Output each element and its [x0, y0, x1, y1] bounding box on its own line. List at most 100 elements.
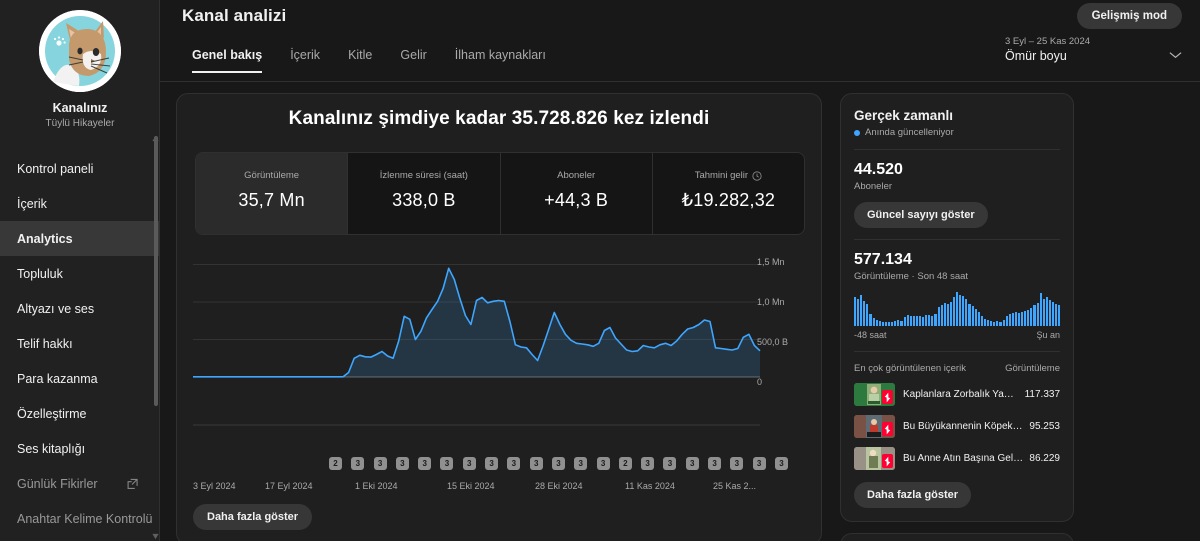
metric-card-watchtime[interactable]: İzlenme süresi (saat) 338,0 B [347, 153, 500, 234]
realtime-bar [1030, 308, 1033, 326]
chart-day-badge[interactable]: 3 [440, 457, 454, 470]
metric-card-subscribers[interactable]: Aboneler +44,3 B [499, 153, 652, 234]
sidebar-scroll-down-arrow[interactable] [152, 527, 159, 540]
video-thumbnail [854, 383, 895, 406]
sidebar-item-content[interactable]: İçerik [0, 186, 160, 221]
sidebar-item-label: Analytics [17, 231, 73, 246]
sidebar-item-label: Günlük Fikirler [17, 476, 98, 491]
realtime-show-more-button[interactable]: Daha fazla göster [854, 482, 972, 508]
chart-day-badge[interactable]: 3 [507, 457, 521, 470]
realtime-bar [1011, 313, 1014, 326]
clock-icon [752, 170, 762, 181]
realtime-bar [1052, 302, 1055, 326]
chart-day-badge[interactable]: 3 [774, 457, 788, 470]
sidebar-item-customization[interactable]: Özelleştirme [0, 396, 160, 431]
chart-day-badge[interactable]: 3 [529, 457, 543, 470]
tab-revenue[interactable]: Gelir [386, 48, 440, 73]
tab-overview[interactable]: Genel bakış [178, 48, 276, 73]
overview-card: Kanalınız şimdiye kadar 35.728.826 kez i… [176, 93, 822, 541]
top-content-header-row: En çok görüntülenen içerik Görüntüleme [854, 363, 1060, 374]
date-range-selector[interactable]: 3 Eyl – 25 Kas 2024 Ömür boyu [1005, 36, 1185, 63]
sidebar-scrollbar[interactable] [154, 136, 158, 406]
list-item[interactable]: Bu Büyükannenin Köpek… 95.253 [854, 415, 1060, 438]
chart-day-badge[interactable]: 3 [574, 457, 588, 470]
sidebar-item-monetization[interactable]: Para kazanma [0, 361, 160, 396]
realtime-bar [1039, 293, 1042, 326]
realtime-bar [1058, 305, 1061, 326]
sidebar-item-daily-ideas[interactable]: Günlük Fikirler [0, 466, 160, 501]
sidebar-item-label: Anahtar Kelime Kontrolü [17, 511, 153, 526]
sidebar-item-community[interactable]: Topluluk [0, 256, 160, 291]
realtime-bar [931, 315, 934, 326]
sidebar-item-copyright[interactable]: Telif hakkı [0, 326, 160, 361]
x-tick-label: 3 Eyl 2024 [193, 481, 236, 491]
chart-day-badge[interactable]: 3 [395, 457, 409, 470]
realtime-bar [922, 316, 925, 326]
list-item[interactable]: Kaplanlara Zorbalık Ya… 117.337 [854, 383, 1060, 406]
sidebar-item-label: Kontrol paneli [17, 161, 94, 176]
chart-day-badge[interactable]: 2 [329, 457, 342, 470]
realtime-bar [977, 311, 980, 326]
realtime-bar [906, 314, 909, 326]
realtime-bar [1036, 302, 1039, 326]
metric-card-revenue[interactable]: Tahmini gelir ₺19.282,32 [651, 153, 804, 234]
chart-day-badge[interactable]: 2 [618, 457, 632, 470]
realtime-bar [974, 309, 977, 326]
sidebar-item-label: Topluluk [17, 266, 63, 281]
realtime-bar [1048, 299, 1051, 326]
tab-content[interactable]: İçerik [276, 48, 334, 73]
chart-day-badge[interactable]: 3 [485, 457, 499, 470]
sidebar-item-audio-library[interactable]: Ses kitaplığı [0, 431, 160, 466]
shorts-icon [882, 390, 893, 404]
chart-day-badge[interactable]: 3 [730, 457, 744, 470]
advanced-mode-button[interactable]: Gelişmiş mod [1076, 3, 1182, 29]
tab-inspiration[interactable]: İlham kaynakları [441, 48, 560, 73]
realtime-bar [925, 314, 928, 326]
realtime-bar-chart[interactable] [854, 292, 1061, 326]
chart-day-badge[interactable]: 3 [596, 457, 610, 470]
metric-value: +44,3 B [544, 190, 609, 210]
realtime-bar [866, 304, 869, 326]
realtime-bar [909, 316, 912, 326]
topbar: Kanal analizi Gelişmiş mod 3 Eyl – 25 Ka… [160, 0, 1200, 82]
divider [854, 351, 1060, 352]
chart-day-badge[interactable]: 3 [373, 457, 387, 470]
chart-day-badge[interactable]: 3 [685, 457, 699, 470]
cat-avatar[interactable] [39, 10, 121, 92]
metric-value: 35,7 Mn [238, 190, 305, 210]
y-tick-label: 500,0 B [757, 337, 789, 347]
sidebar-item-analytics[interactable]: Analytics [0, 221, 160, 256]
metric-card-views[interactable]: Görüntüleme 35,7 Mn [196, 153, 348, 234]
video-thumbnail [854, 415, 895, 438]
overview-show-more-button[interactable]: Daha fazla göster [193, 504, 313, 530]
realtime-bar [1042, 298, 1045, 326]
views-line-chart[interactable]: 1,5 Mn 1,0 Mn 500,0 B 0 2333333333333233… [185, 246, 815, 496]
chart-day-badge[interactable]: 3 [708, 457, 722, 470]
realtime-views-caption: Görüntüleme · Son 48 saat [854, 271, 969, 282]
video-thumbnail [854, 447, 895, 470]
chart-day-badge[interactable]: 3 [462, 457, 476, 470]
realtime-bar [962, 296, 965, 326]
chart-day-badge[interactable]: 3 [418, 457, 432, 470]
list-item[interactable]: Bu Anne Atın Başına Gel… 86.229 [854, 447, 1060, 470]
chart-day-badge[interactable]: 3 [663, 457, 677, 470]
sidebar-item-label: Altyazı ve ses [17, 301, 95, 316]
show-live-count-button[interactable]: Güncel sayıyı göster [854, 202, 988, 228]
tab-audience[interactable]: Kitle [334, 48, 386, 73]
chart-day-badge[interactable]: 3 [351, 457, 365, 470]
realtime-bar [915, 316, 918, 326]
realtime-bar [1045, 297, 1048, 326]
chart-day-badge[interactable]: 3 [551, 457, 565, 470]
sidebar-scroll-up-arrow[interactable] [152, 129, 159, 142]
shorts-icon [882, 422, 893, 436]
video-title: Kaplanlara Zorbalık Ya… [903, 389, 1014, 400]
chart-day-badge[interactable]: 3 [752, 457, 766, 470]
sidebar-item-subtitles[interactable]: Altyazı ve ses [0, 291, 160, 326]
sidebar-item-dashboard[interactable]: Kontrol paneli [0, 151, 160, 186]
chart-day-badge[interactable]: 3 [641, 457, 655, 470]
sidebar-item-keyword-control[interactable]: Anahtar Kelime Kontrolü [0, 501, 160, 536]
realtime-bar [860, 294, 863, 326]
date-range-value: Ömür boyu [1005, 49, 1067, 63]
external-link-icon [127, 478, 138, 489]
realtime-bar [971, 306, 974, 326]
